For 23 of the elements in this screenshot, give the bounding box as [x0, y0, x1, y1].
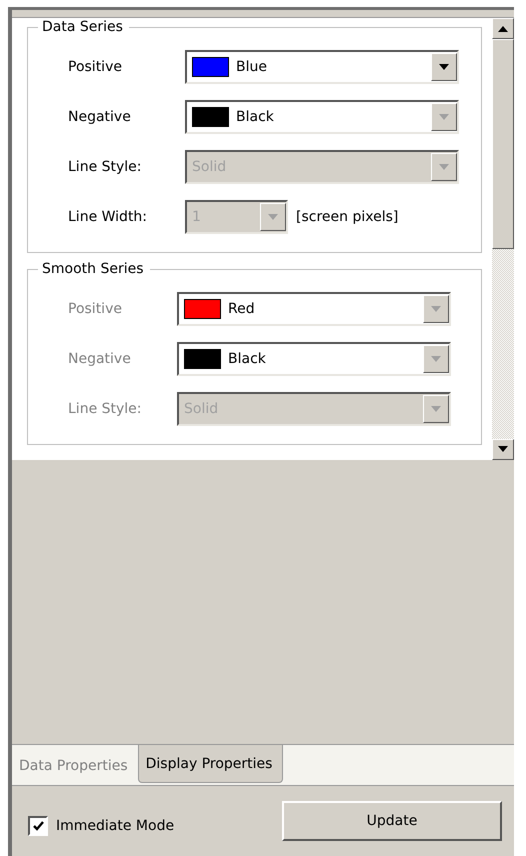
- field-label: Line Style:: [67, 401, 143, 417]
- update-button[interactable]: Update: [282, 801, 502, 841]
- field-label: Negative: [67, 109, 132, 125]
- scrollbar-thumb[interactable]: [492, 39, 514, 249]
- field-label: Line Width:: [67, 209, 148, 225]
- checkbox-label: Immediate Mode: [56, 818, 174, 834]
- dropdown[interactable]: Blue: [185, 50, 459, 84]
- check-icon: [32, 820, 44, 832]
- up-arrow-icon: [497, 25, 509, 32]
- down-arrow-icon: [497, 446, 509, 453]
- scroll-up-button[interactable]: [492, 18, 514, 39]
- field-label: Positive: [67, 301, 123, 317]
- scrollbar[interactable]: [491, 18, 514, 460]
- field-label: Line Style:: [67, 159, 143, 175]
- field-label: Positive: [67, 59, 123, 75]
- scroll-down-button[interactable]: [492, 439, 514, 460]
- checkbox[interactable]: [28, 816, 48, 836]
- tab[interactable]: Data Properties: [12, 747, 138, 785]
- field-label: Negative: [67, 351, 132, 367]
- tab[interactable]: Display Properties: [138, 745, 284, 783]
- unit-label: [screen pixels]: [296, 209, 398, 225]
- dropdown[interactable]: Black: [185, 100, 459, 134]
- immediate-mode-checkbox[interactable]: Immediate Mode: [28, 816, 174, 836]
